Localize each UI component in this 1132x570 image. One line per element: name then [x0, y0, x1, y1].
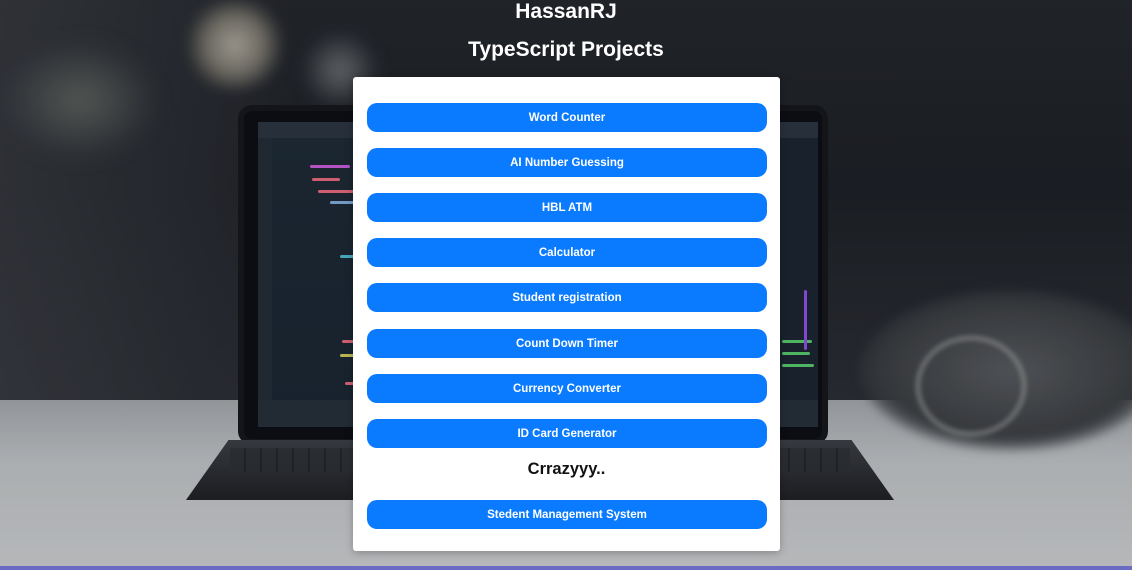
word-counter-button[interactable]: Word Counter [367, 103, 767, 132]
site-title: HassanRJ [515, 0, 617, 23]
id-card-generator-button[interactable]: ID Card Generator [367, 419, 767, 448]
count-down-timer-button[interactable]: Count Down Timer [367, 329, 767, 358]
page-title: TypeScript Projects [468, 38, 664, 61]
section-heading: Crrazyyy.. [527, 460, 606, 478]
calculator-button[interactable]: Calculator [367, 238, 767, 267]
bottom-accent-strip [0, 566, 1132, 570]
projects-card: Word Counter AI Number Guessing HBL ATM … [353, 77, 780, 551]
ai-number-guessing-button[interactable]: AI Number Guessing [367, 148, 767, 177]
student-management-system-button[interactable]: Stedent Management System [367, 500, 767, 529]
student-registration-button[interactable]: Student registration [367, 283, 767, 312]
hbl-atm-button[interactable]: HBL ATM [367, 193, 767, 222]
currency-converter-button[interactable]: Currency Converter [367, 374, 767, 403]
